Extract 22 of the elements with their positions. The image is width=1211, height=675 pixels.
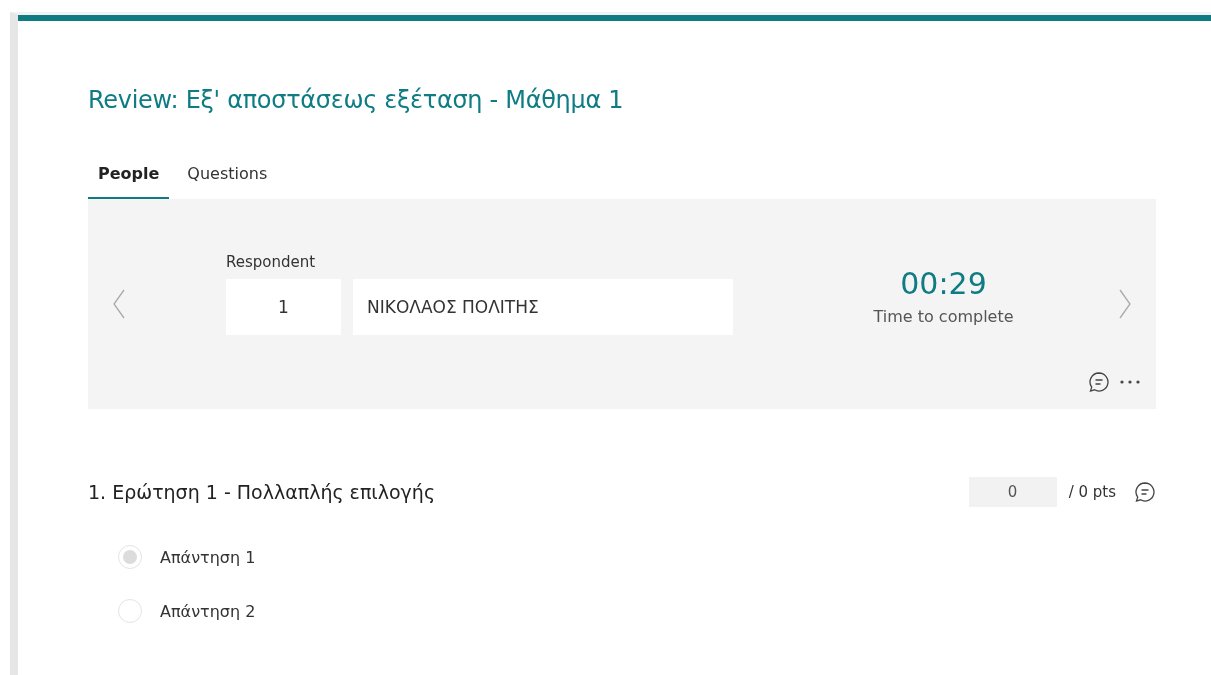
comment-icon [1088,371,1110,393]
option-label: Απάντηση 1 [160,547,256,567]
page-title: Review: Εξ' αποστάσεως εξέταση - Μάθημα 1 [88,86,625,114]
more-button[interactable] [1120,380,1140,384]
points-label: / 0 pts [1068,483,1116,501]
radio-button[interactable] [118,599,142,623]
tab[interactable]: Questions [177,164,278,199]
comment-icon [1134,481,1156,503]
more-icon [1120,380,1140,384]
comment-button[interactable] [1134,481,1156,503]
chevron-left-icon [112,289,126,319]
comment-button[interactable] [1088,371,1110,393]
radio-button[interactable] [118,545,142,569]
score-field[interactable]: 0 [968,477,1057,507]
option-label: Απάντηση 2 [160,601,256,621]
respondent-name-field[interactable]: ΝΙΚΟΛΑΟΣ ΠΟΛΙΤΗΣ [353,279,733,335]
time-label: Time to complete [873,307,1014,326]
question-title: 1. Ερώτηση 1 - Πολλαπλής επιλογής [88,481,437,503]
completion-time: 00:29 [900,266,987,301]
chevron-right-icon [1118,289,1132,319]
respondent-label: Respondent [226,253,317,271]
respondent-number-field[interactable]: 1 [226,279,341,335]
